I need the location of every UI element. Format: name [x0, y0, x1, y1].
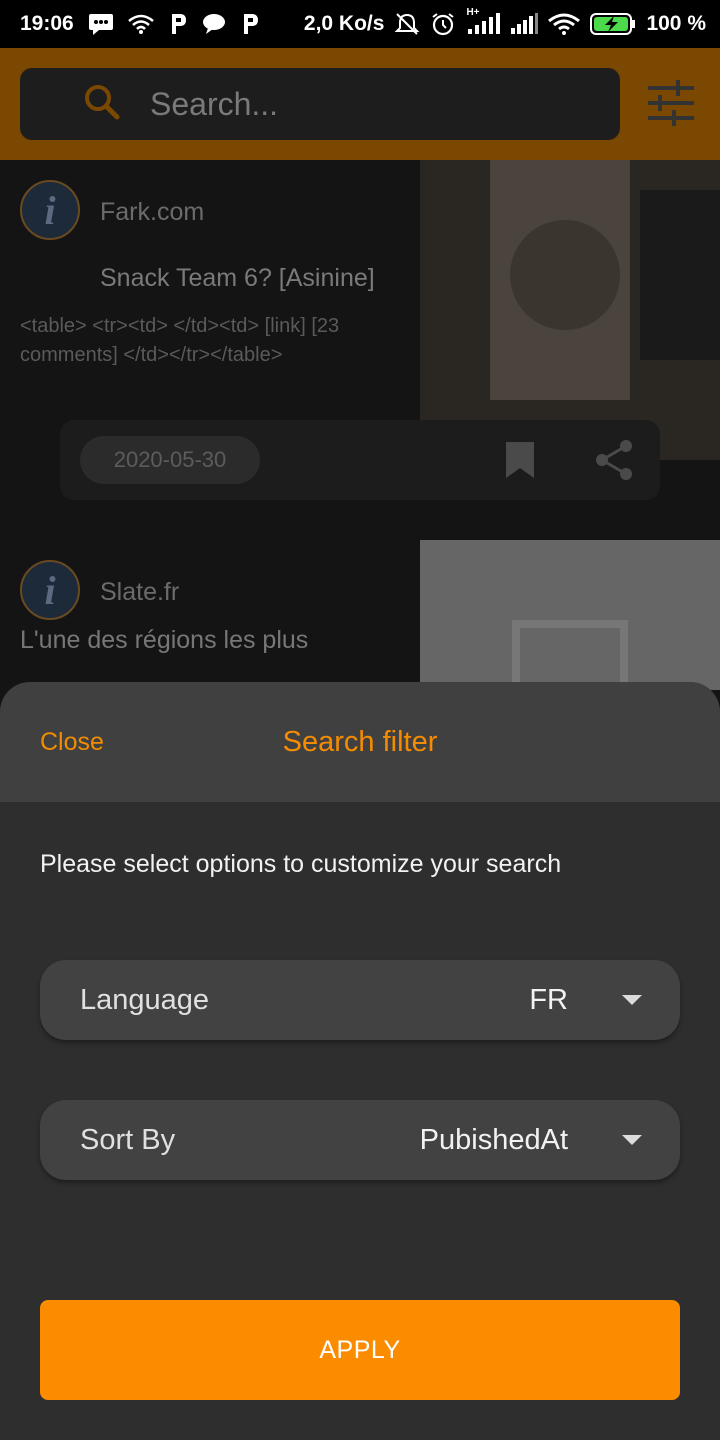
bookmark-icon[interactable]: [504, 440, 536, 485]
search-icon: [82, 82, 122, 127]
article-source: Slate.fr: [100, 578, 180, 606]
clock: 19:06: [20, 12, 74, 35]
battery-percent: 100 %: [646, 12, 706, 35]
share-icon[interactable]: [592, 438, 636, 487]
dropdown-arrow-icon: [622, 1135, 642, 1145]
wifi-icon: [127, 14, 154, 34]
article-title[interactable]: Snack Team 6? [Asinine]: [100, 264, 375, 293]
article-title[interactable]: L'une des régions les plus: [20, 626, 308, 655]
apply-button[interactable]: APPLY: [40, 1300, 680, 1400]
language-select[interactable]: Language FR: [40, 960, 680, 1040]
article-actions: 2020-05-30: [60, 420, 660, 500]
app-bar: [0, 48, 720, 160]
source-avatar-icon: i: [20, 560, 80, 620]
filter-icon[interactable]: [646, 78, 696, 128]
wifi-icon: [548, 13, 581, 35]
sort-by-select[interactable]: Sort By PubishedAt: [40, 1100, 680, 1180]
article-source: Fark.com: [100, 198, 205, 226]
article-snippet: <table> <tr><td> </td><td> [link] [23 co…: [20, 315, 340, 366]
search-box[interactable]: [20, 68, 620, 140]
signal-icon: [510, 13, 539, 35]
language-value: FR: [529, 984, 568, 1016]
p-app-icon: [168, 12, 188, 36]
sort-by-label: Sort By: [80, 1124, 176, 1156]
dropdown-arrow-icon: [622, 995, 642, 1005]
p-app-icon: [240, 12, 260, 36]
news-feed: i Fark.com Snack Team 6? [Asinine] <tabl…: [0, 160, 720, 760]
sheet-prompt: Please select options to customize your …: [40, 850, 562, 878]
article-date: 2020-05-30: [80, 436, 260, 484]
sort-by-value: PubishedAt: [419, 1124, 568, 1156]
battery-charging-icon: [590, 12, 636, 36]
status-bar: 19:06 2,0 Ko/s H+ 100 %: [0, 0, 720, 48]
signal-icon: H+: [466, 7, 501, 35]
article-thumbnail[interactable]: [420, 160, 720, 460]
article-card[interactable]: i Fark.com Snack Team 6? [Asinine] <tabl…: [0, 160, 720, 540]
mute-icon: [394, 12, 420, 36]
chat-icon: [202, 13, 226, 35]
image-placeholder-icon[interactable]: [420, 540, 720, 700]
network-speed: 2,0 Ko/s: [303, 12, 385, 35]
search-filter-sheet: Close Search filter Please select option…: [0, 682, 720, 1440]
source-avatar-icon: i: [20, 180, 80, 240]
language-label: Language: [80, 984, 210, 1016]
sheet-title: Search filter: [282, 726, 438, 758]
network-type: H+: [466, 7, 480, 18]
alarm-icon: [430, 12, 456, 36]
message-icon: [88, 13, 114, 35]
sheet-header: Close Search filter: [0, 682, 720, 802]
search-input[interactable]: [150, 85, 570, 123]
